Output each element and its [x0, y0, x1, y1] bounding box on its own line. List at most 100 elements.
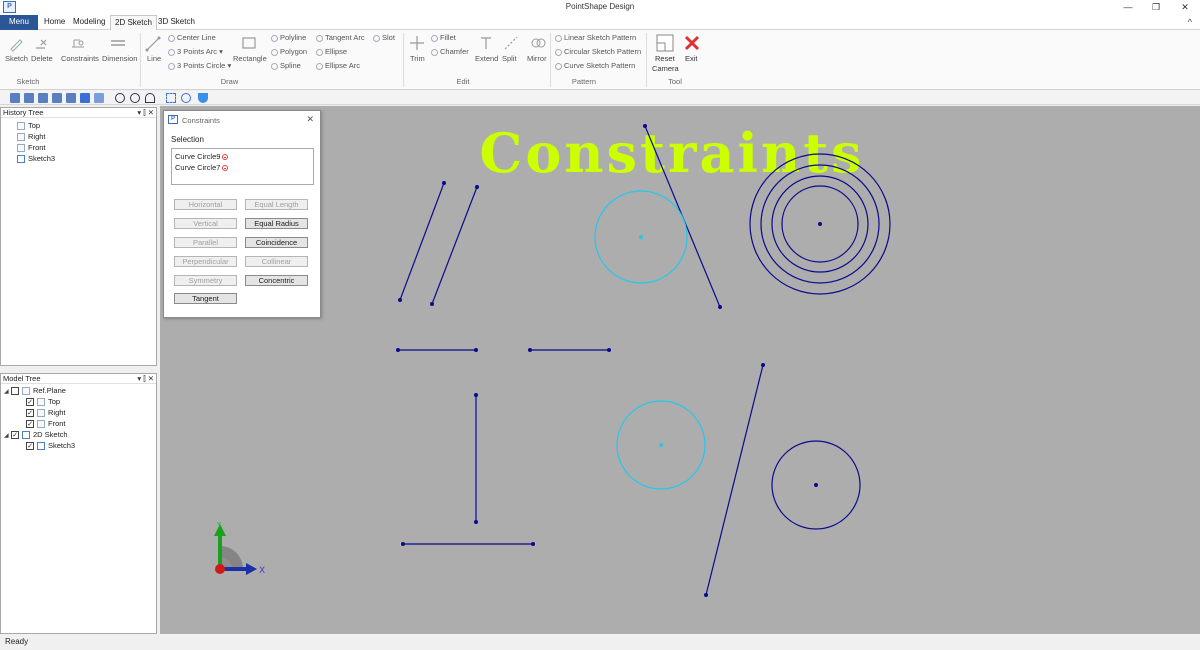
- three-points-arc-button[interactable]: 3 Points Arc ▾: [168, 47, 223, 56]
- sketch-icon[interactable]: [8, 36, 24, 52]
- ref-plane-checkbox[interactable]: [11, 387, 19, 396]
- undo-view-icon[interactable]: [130, 93, 140, 103]
- render-mode-icon[interactable]: [198, 93, 208, 103]
- equal-radius-button[interactable]: Equal Radius: [245, 218, 308, 229]
- chamfer-button[interactable]: Chamfer: [431, 47, 469, 56]
- close-window-button[interactable]: ✕: [1170, 0, 1200, 15]
- rectangle-button[interactable]: Rectangle: [233, 54, 267, 63]
- top-checkbox[interactable]: ✓: [26, 398, 34, 407]
- minimize-button[interactable]: —: [1113, 0, 1143, 15]
- history-item-top[interactable]: Top: [17, 120, 156, 131]
- selection-item[interactable]: Curve Circle7: [175, 163, 229, 172]
- mirror-icon[interactable]: [530, 35, 546, 51]
- view-front-icon[interactable]: [10, 93, 20, 103]
- sketch-line[interactable]: [431, 186, 478, 305]
- reset-camera-icon[interactable]: [656, 34, 674, 52]
- slot-button[interactable]: Slot: [373, 33, 395, 42]
- selection-item[interactable]: Curve Circle9: [175, 152, 229, 161]
- rectangle-icon[interactable]: [241, 35, 257, 51]
- view-iso-icon[interactable]: [94, 93, 104, 103]
- ellipse-button[interactable]: Ellipse: [316, 47, 347, 56]
- 2d-sketch-checkbox[interactable]: ✓: [11, 431, 19, 440]
- mirror-button[interactable]: Mirror: [527, 54, 547, 63]
- three-points-circle-button[interactable]: 3 Points Circle ▾: [168, 61, 231, 70]
- exit-icon[interactable]: [683, 34, 701, 52]
- view-bottom-icon[interactable]: [52, 93, 62, 103]
- delete-icon[interactable]: [33, 36, 49, 52]
- front-checkbox[interactable]: ✓: [26, 420, 34, 429]
- tree-2d-sketch[interactable]: ◢ ✓ 2D Sketch: [4, 429, 156, 440]
- split-button[interactable]: Split: [502, 54, 517, 63]
- tangent-button[interactable]: Tangent: [174, 293, 237, 304]
- history-item-right[interactable]: Right: [17, 131, 156, 142]
- parallel-button[interactable]: Parallel: [174, 237, 237, 248]
- dimension-button[interactable]: Dimension: [102, 54, 137, 63]
- zoom-icon[interactable]: [181, 93, 191, 103]
- history-item-front[interactable]: Front: [17, 142, 156, 153]
- dimension-icon[interactable]: [110, 35, 126, 51]
- tree-ref-plane[interactable]: ◢ Ref.Plane: [4, 385, 156, 396]
- redo-view-icon[interactable]: [145, 93, 155, 103]
- trim-button[interactable]: Trim: [410, 54, 425, 63]
- tab-modeling[interactable]: Modeling: [69, 15, 109, 30]
- reset-camera-button[interactable]: Reset: [655, 54, 675, 63]
- spline-button[interactable]: Spline: [271, 61, 301, 70]
- horizontal-button[interactable]: Horizontal: [174, 199, 237, 210]
- view-top-icon[interactable]: [38, 93, 48, 103]
- coincidence-button[interactable]: Coincidence: [245, 237, 308, 248]
- extend-button[interactable]: Extend: [475, 54, 498, 63]
- zoom-fit-icon[interactable]: [166, 93, 176, 103]
- line-icon[interactable]: [145, 36, 161, 52]
- constraints-icon[interactable]: [70, 35, 86, 51]
- selection-list[interactable]: Curve Circle9 Curve Circle7: [171, 148, 314, 185]
- view-back-icon[interactable]: [24, 93, 34, 103]
- linear-sketch-pattern-button[interactable]: Linear Sketch Pattern: [555, 33, 636, 42]
- sketch-line[interactable]: [705, 364, 764, 596]
- remove-icon[interactable]: [222, 165, 229, 172]
- symmetry-button[interactable]: Symmetry: [174, 275, 237, 286]
- remove-icon[interactable]: [222, 154, 229, 161]
- dialog-close-button[interactable]: ✕: [306, 114, 314, 125]
- vertical-button[interactable]: Vertical: [174, 218, 237, 229]
- trim-icon[interactable]: [409, 35, 425, 51]
- rotate-icon[interactable]: [115, 93, 125, 103]
- delete-button[interactable]: Delete: [31, 54, 53, 63]
- restore-button[interactable]: ❐: [1141, 0, 1171, 15]
- tree-plane-front[interactable]: ✓ Front: [4, 418, 156, 429]
- center-line-button[interactable]: Center Line: [168, 33, 216, 42]
- fillet-button[interactable]: Fillet: [431, 33, 456, 42]
- exit-button[interactable]: Exit: [685, 54, 698, 63]
- tab-menu[interactable]: Menu: [0, 15, 38, 30]
- tab-home[interactable]: Home: [40, 15, 69, 30]
- tangent-arc-button[interactable]: Tangent Arc: [316, 33, 365, 42]
- right-checkbox[interactable]: ✓: [26, 409, 34, 418]
- circular-sketch-pattern-button[interactable]: Circular Sketch Pattern: [555, 47, 641, 56]
- equal-length-button[interactable]: Equal Length: [245, 199, 308, 210]
- extend-icon[interactable]: [478, 35, 494, 51]
- perpendicular-button[interactable]: Perpendicular: [174, 256, 237, 267]
- collapse-ribbon-icon[interactable]: ^: [1188, 17, 1192, 27]
- polygon-button[interactable]: Polygon: [271, 47, 307, 56]
- tree-sketch3[interactable]: ✓ Sketch3: [4, 440, 156, 451]
- axis-x-label: X: [259, 566, 265, 576]
- sketch3-checkbox[interactable]: ✓: [26, 442, 34, 451]
- collinear-button[interactable]: Collinear: [245, 256, 308, 267]
- split-icon[interactable]: [503, 35, 519, 51]
- sketch-button[interactable]: Sketch: [5, 54, 28, 63]
- curve-sketch-pattern-button[interactable]: Curve Sketch Pattern: [555, 61, 635, 70]
- tree-plane-right[interactable]: ✓ Right: [4, 407, 156, 418]
- tab-3d-sketch[interactable]: 3D Sketch: [154, 15, 199, 30]
- constraints-button[interactable]: Constraints: [61, 54, 99, 63]
- history-tree-controls[interactable]: ▾ ⫿ ✕: [137, 108, 154, 118]
- ellipse-arc-button[interactable]: Ellipse Arc: [316, 61, 360, 70]
- model-tree-controls[interactable]: ▾ ⫿ ✕: [137, 374, 154, 384]
- history-item-sketch3[interactable]: Sketch3: [17, 153, 156, 164]
- view-right-icon[interactable]: [80, 93, 90, 103]
- view-left-icon[interactable]: [66, 93, 76, 103]
- polyline-button[interactable]: Polyline: [271, 33, 306, 42]
- sketch-line[interactable]: [399, 182, 445, 301]
- line-button[interactable]: Line: [147, 54, 161, 63]
- concentric-button[interactable]: Concentric: [245, 275, 308, 286]
- tree-plane-top[interactable]: ✓ Top: [4, 396, 156, 407]
- tab-2d-sketch[interactable]: 2D Sketch: [110, 15, 157, 30]
